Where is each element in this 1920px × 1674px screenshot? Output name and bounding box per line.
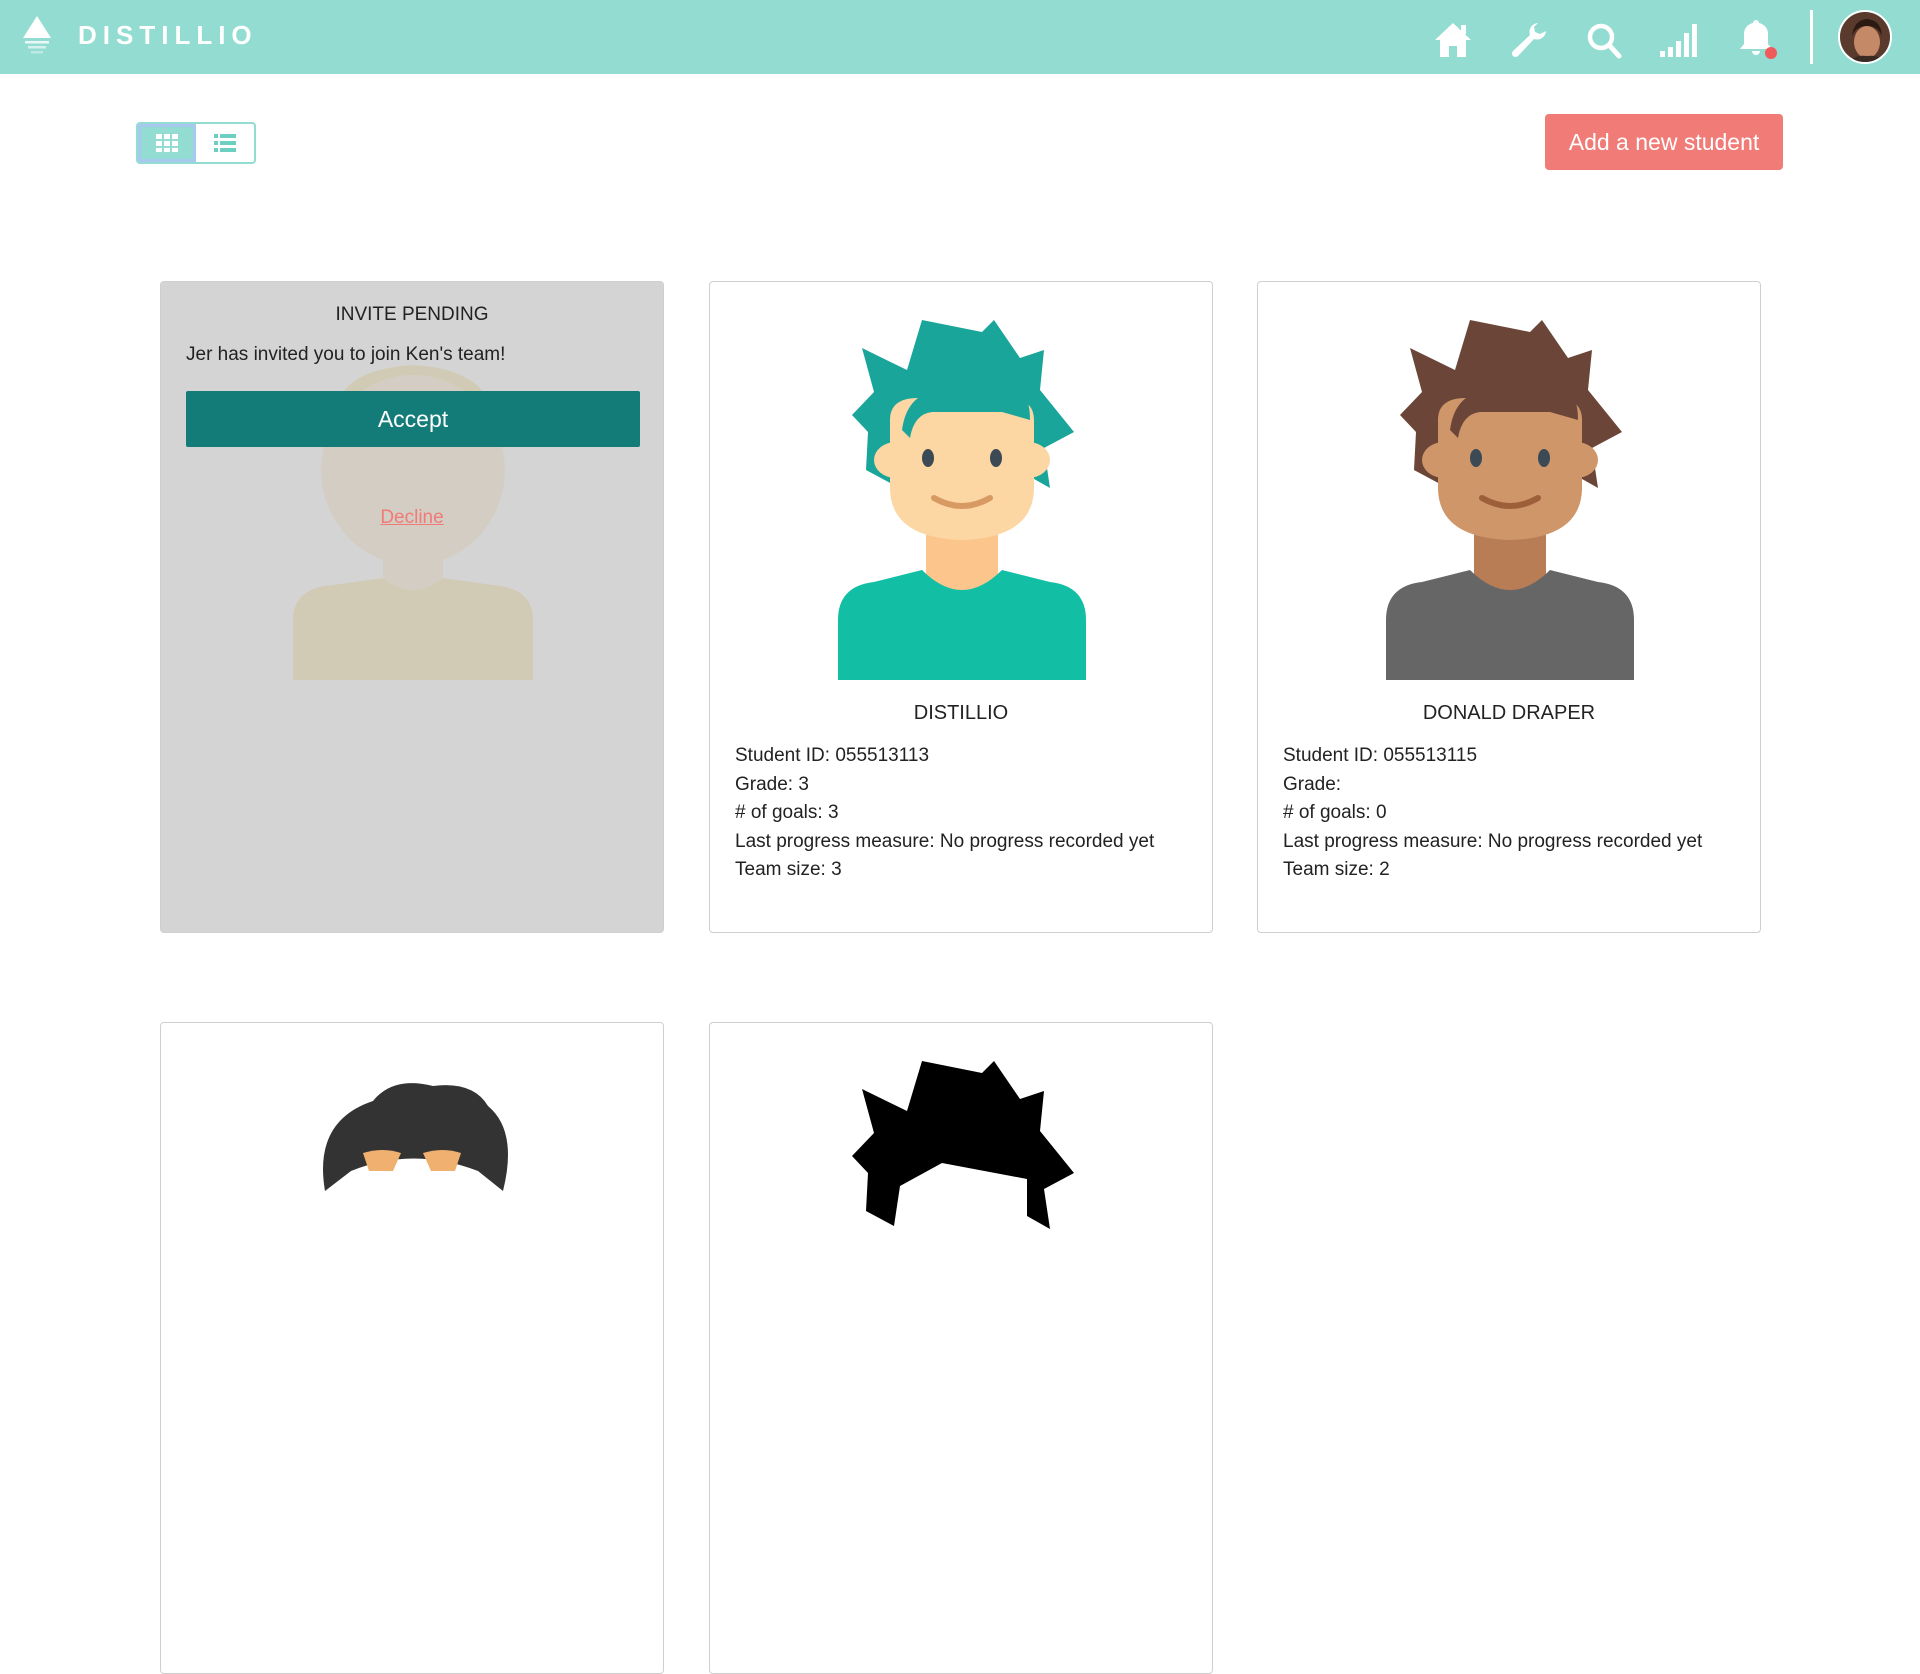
student-avatar: [838, 320, 1086, 680]
wrench-icon[interactable]: [1508, 20, 1550, 60]
student-goals: # of goals: 0: [1283, 802, 1387, 823]
view-mode-toggle: [136, 122, 256, 164]
search-icon[interactable]: [1583, 20, 1625, 60]
student-card[interactable]: DONALD DRAPER Student ID: 055513115 Grad…: [1257, 281, 1761, 933]
distillio-logo-icon[interactable]: [22, 16, 52, 56]
student-card[interactable]: [709, 1022, 1213, 1674]
student-grade: Grade: 3: [735, 773, 809, 795]
app-brand-name: DISTILLIO: [78, 20, 258, 50]
invite-pending-title: INVITE PENDING: [335, 304, 489, 325]
user-avatar[interactable]: [1838, 10, 1892, 64]
student-details: Student ID: 055513115 Grade: # of goals:…: [1283, 742, 1702, 885]
grid-icon: [156, 134, 178, 152]
invite-pending-card: INVITE PENDING Jer has invited you to jo…: [160, 281, 664, 933]
signal-icon[interactable]: [1658, 20, 1700, 60]
student-name: DONALD DRAPER: [1422, 702, 1596, 724]
top-nav-bar: DISTILLIO: [0, 0, 1920, 74]
student-card[interactable]: [160, 1022, 664, 1674]
student-last-progress: Last progress measure: No progress recor…: [1283, 830, 1703, 852]
student-team-size: Team size: 2: [1283, 859, 1390, 880]
accept-invite-button[interactable]: Accept: [186, 391, 640, 447]
list-view-button[interactable]: [196, 124, 254, 162]
notification-dot-icon: [1765, 47, 1777, 59]
nav-divider: [1810, 10, 1813, 64]
student-goals: # of goals: 3: [735, 802, 839, 823]
add-student-button[interactable]: Add a new student: [1545, 114, 1783, 170]
student-details: Student ID: 055513113 Grade: 3 # of goal…: [735, 742, 1154, 885]
grid-view-button[interactable]: [138, 124, 196, 162]
student-last-progress: Last progress measure: No progress recor…: [735, 830, 1155, 852]
student-name: DISTILLIO: [913, 702, 1009, 724]
student-team-size: Team size: 3: [735, 859, 842, 880]
list-icon: [214, 134, 236, 152]
decline-invite-link[interactable]: Decline: [161, 507, 663, 529]
student-avatar-placeholder: [293, 365, 533, 680]
home-icon[interactable]: [1432, 20, 1474, 60]
student-grade: Grade:: [1283, 773, 1342, 795]
student-card[interactable]: DISTILLIO Student ID: 055513113 Grade: 3…: [709, 281, 1213, 933]
student-id: Student ID: 055513113: [735, 745, 930, 766]
student-avatar: [323, 1083, 508, 1191]
invite-message: Jer has invited you to join Ken's team!: [186, 344, 506, 365]
student-avatar: [852, 1061, 1074, 1229]
student-id: Student ID: 055513115: [1283, 745, 1478, 766]
bell-icon[interactable]: [1736, 20, 1778, 60]
student-avatar: [1386, 320, 1634, 680]
